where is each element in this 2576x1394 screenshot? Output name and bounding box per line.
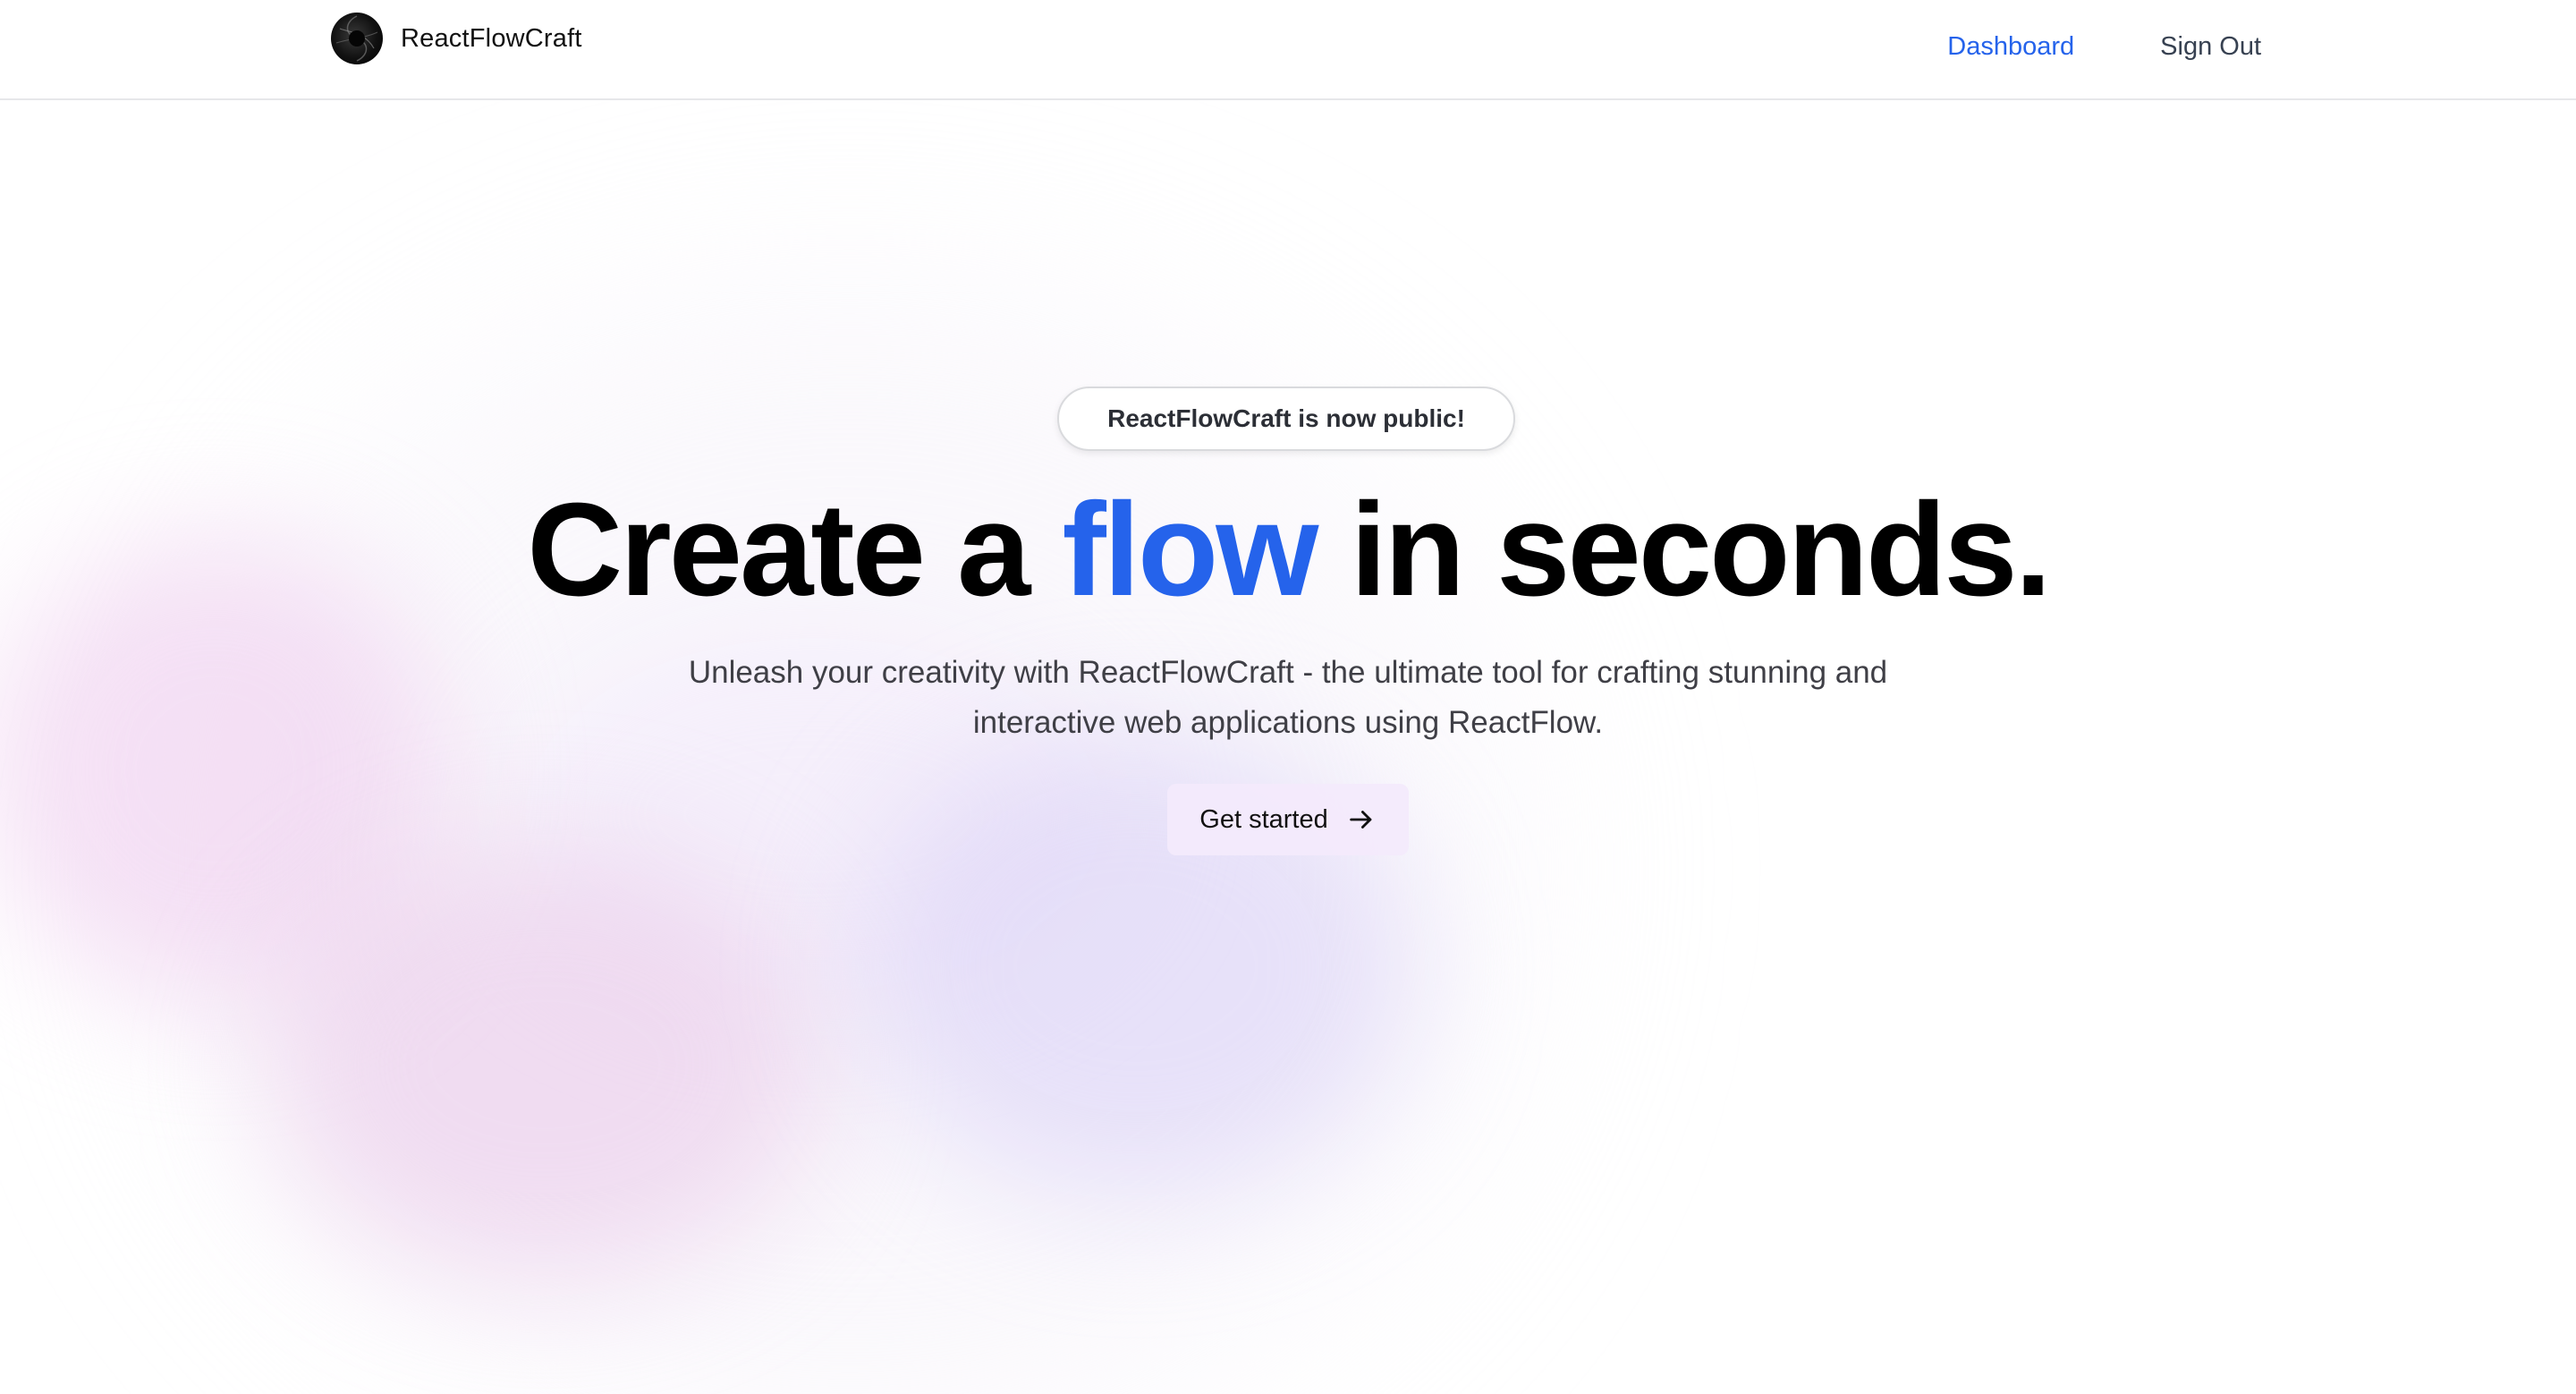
brand-name: ReactFlowCraft xyxy=(401,23,582,53)
page: ReactFlowCraft Dashboard Sign Out ReactF… xyxy=(0,0,2576,1394)
headline-text: Create a xyxy=(527,476,1063,624)
brand-logo-link[interactable]: ReactFlowCraft xyxy=(331,13,582,64)
nav-dashboard-link[interactable]: Dashboard xyxy=(1947,32,2074,62)
get-started-button[interactable]: Get started xyxy=(1167,784,1409,855)
arrow-right-icon xyxy=(1346,804,1377,835)
hero-headline: Create a flow in seconds. xyxy=(0,474,2576,626)
top-navbar: ReactFlowCraft Dashboard Sign Out xyxy=(0,0,2576,100)
logo-icon xyxy=(331,13,383,64)
main-nav: Dashboard Sign Out xyxy=(1947,32,2261,62)
subtitle-line: Unleash your creativity with ReactFlowCr… xyxy=(688,655,1888,690)
announcement-badge[interactable]: ReactFlowCraft is now public! xyxy=(1057,387,1515,451)
nav-sign-out-link[interactable]: Sign Out xyxy=(2160,32,2261,62)
hero-subtitle: Unleash your creativity with ReactFlowCr… xyxy=(626,648,1950,748)
headline-accent-word: flow xyxy=(1062,476,1318,624)
get-started-label: Get started xyxy=(1199,804,1328,834)
headline-text: in seconds. xyxy=(1316,476,2052,624)
background-glow xyxy=(268,850,823,1279)
subtitle-line: interactive web applications using React… xyxy=(972,705,1604,740)
